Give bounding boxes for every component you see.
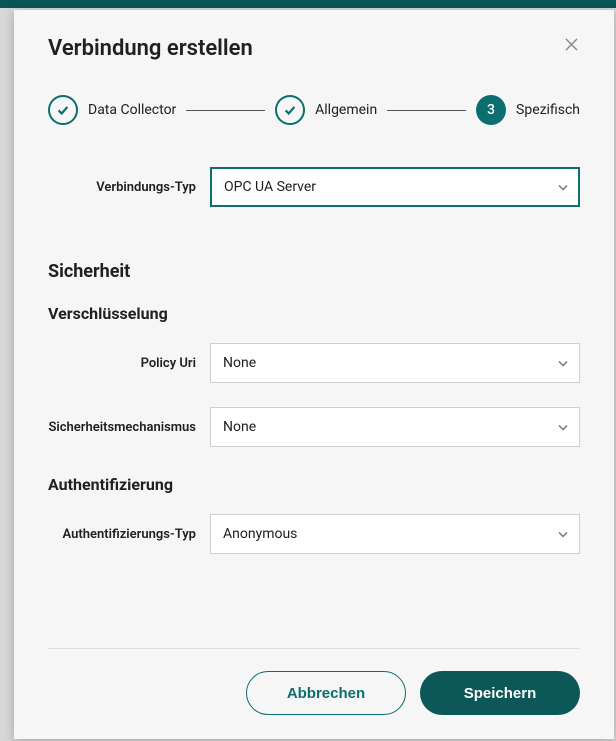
cancel-button[interactable]: Abbrechen xyxy=(246,671,406,715)
wizard-stepper: Data Collector Allgemein 3 Spezifisch xyxy=(48,95,580,125)
step-label: Allgemein xyxy=(315,102,377,118)
form-area: Verbindungs-Typ OPC UA Server Sicherheit… xyxy=(48,167,580,648)
row-policy-uri: Policy Uri None xyxy=(48,343,580,383)
modal-header: Verbindung erstellen xyxy=(48,36,580,61)
close-button[interactable] xyxy=(563,36,580,57)
label-security-mechanism: Sicherheitsmechanismus xyxy=(48,420,210,435)
section-security: Sicherheit xyxy=(48,261,580,282)
step-connector xyxy=(387,110,466,111)
modal-footer: Abbrechen Speichern xyxy=(48,671,580,715)
check-icon xyxy=(48,95,78,125)
close-icon xyxy=(565,38,578,55)
step-connector xyxy=(186,110,265,111)
subsection-encryption: Verschlüsselung xyxy=(48,304,580,323)
subsection-auth: Authentifizierung xyxy=(48,475,580,494)
footer-divider xyxy=(48,648,580,649)
step-label: Spezifisch xyxy=(516,102,580,118)
select-security-mechanism[interactable]: None xyxy=(210,407,580,447)
select-value: None xyxy=(210,343,580,383)
label-connection-type: Verbindungs-Typ xyxy=(48,180,210,195)
step-label: Data Collector xyxy=(88,102,176,118)
select-auth-type[interactable]: Anonymous xyxy=(210,514,580,554)
select-value: Anonymous xyxy=(210,514,580,554)
modal-title: Verbindung erstellen xyxy=(48,36,253,61)
step-data-collector[interactable]: Data Collector xyxy=(48,95,176,125)
app-topbar xyxy=(0,0,616,8)
save-button[interactable]: Speichern xyxy=(420,671,580,715)
select-value: None xyxy=(210,407,580,447)
label-policy-uri: Policy Uri xyxy=(48,356,210,371)
create-connection-modal: Verbindung erstellen Data Collector Allg… xyxy=(14,10,614,739)
row-auth-type: Authentifizierungs-Typ Anonymous xyxy=(48,514,580,554)
select-value: OPC UA Server xyxy=(210,167,580,207)
select-connection-type[interactable]: OPC UA Server xyxy=(210,167,580,207)
check-icon xyxy=(275,95,305,125)
step-spezifisch[interactable]: 3 Spezifisch xyxy=(476,95,580,125)
step-number-badge: 3 xyxy=(476,95,506,125)
row-security-mechanism: Sicherheitsmechanismus None xyxy=(48,407,580,447)
label-auth-type: Authentifizierungs-Typ xyxy=(48,527,210,542)
select-policy-uri[interactable]: None xyxy=(210,343,580,383)
step-allgemein[interactable]: Allgemein xyxy=(275,95,377,125)
row-connection-type: Verbindungs-Typ OPC UA Server xyxy=(48,167,580,207)
